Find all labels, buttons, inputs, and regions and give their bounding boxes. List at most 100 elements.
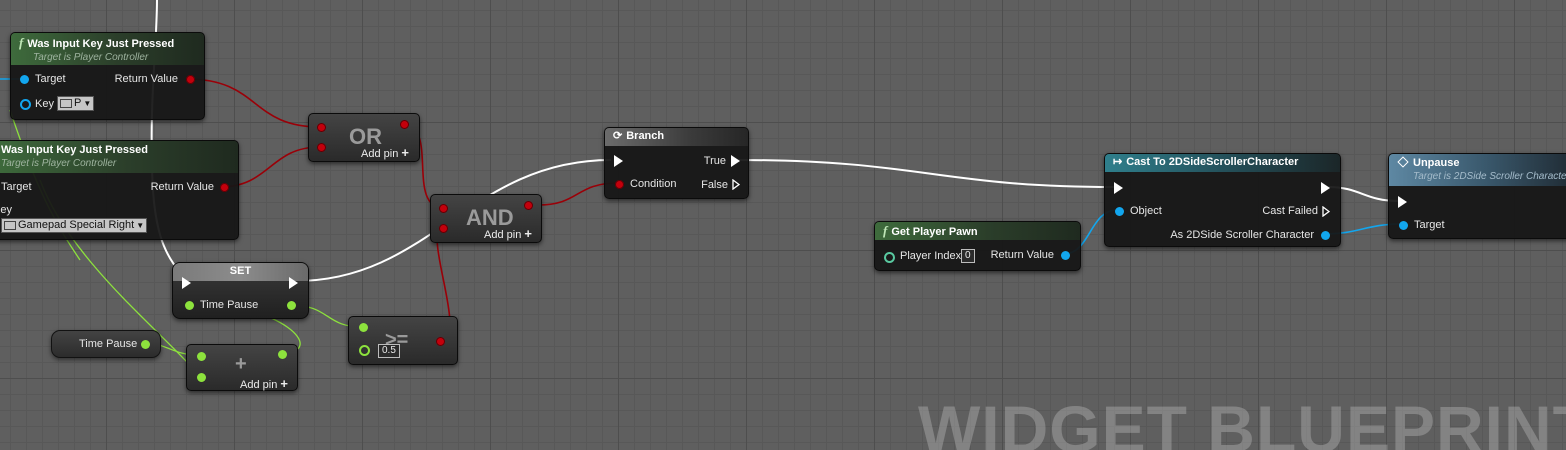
add-input-a-pin[interactable] [197,352,206,361]
target-pin[interactable] [1399,221,1408,230]
node-subtitle: Target is Player Controller [33,52,149,63]
return-value-pin[interactable] [1061,251,1070,260]
time-pause-out-pin[interactable] [287,301,296,310]
and-node[interactable]: AND Add pin + [430,194,542,243]
compare-input-b-pin[interactable] [359,345,370,356]
key-dropdown[interactable]: P ▼ [57,96,95,111]
add-float-node[interactable]: + Add pin + [186,344,298,391]
condition-label: Condition [630,178,677,190]
key-pin[interactable] [20,99,31,110]
exec-in-pin[interactable] [614,155,623,167]
set-variable-node[interactable]: SET Time Pause [172,262,309,319]
event-icon [1397,156,1409,168]
node-subtitle: Target is Player Controller [1,158,117,169]
add-label: + [235,353,247,375]
target-label: Target [35,73,66,85]
node-header: ↦ Cast To 2DSideScrollerCharacter [1105,154,1340,172]
exec-out-pin[interactable] [1321,182,1330,194]
true-label: True [703,155,726,167]
false-exec-pin[interactable] [732,179,740,190]
node-title: Was Input Key Just Pressed [1,144,148,156]
as-character-label: As 2DSide Scroller Character [1170,229,1314,241]
cast-failed-label: Cast Failed [1262,205,1318,217]
node-header: SET [173,263,308,281]
plus-icon: + [280,376,288,391]
object-pin[interactable] [1115,207,1124,216]
return-value-label: Return Value [114,73,178,85]
chevron-down-icon: ▼ [83,99,92,108]
player-index-input[interactable]: 0 [961,249,975,263]
time-pause-in-pin[interactable] [185,301,194,310]
false-label: False [701,179,728,191]
cast-failed-exec-pin[interactable] [1322,206,1330,217]
as-character-pin[interactable] [1321,231,1330,240]
or-input-b-pin[interactable] [317,143,326,152]
and-input-a-pin[interactable] [439,204,448,213]
compare-input-a-pin[interactable] [359,323,368,332]
gamepad-icon [4,220,16,230]
plus-icon: + [401,145,409,160]
cast-icon: ↦ [1113,156,1123,168]
unpause-node[interactable]: Unpause Target is 2DSide Scroller Charac… [1388,153,1566,239]
node-title: Cast To 2DSideScrollerCharacter [1126,156,1299,168]
chevron-down-icon: ▼ [136,221,145,230]
node-title: Get Player Pawn [891,226,978,238]
add-pin-button[interactable]: Add pin + [361,145,409,160]
add-input-b-pin[interactable] [197,373,206,382]
function-icon: f [883,223,888,238]
exec-wire-branch-cast [736,159,1115,188]
key-dropdown[interactable]: Gamepad Special Right ▼ [1,218,148,233]
target-pin[interactable] [20,75,29,84]
condition-pin[interactable] [615,180,624,189]
object-label: Object [1130,205,1162,217]
get-player-pawn-node[interactable]: f Get Player Pawn Player Index 0 Return V… [874,221,1081,271]
function-icon: f [19,35,24,50]
key-value: P [74,97,82,109]
return-value-pin[interactable] [220,183,229,192]
add-pin-button[interactable]: Add pin + [240,376,288,391]
cast-to-character-node[interactable]: ↦ Cast To 2DSideScrollerCharacter Object … [1104,153,1341,247]
return-value-pin[interactable] [186,75,195,84]
or-output-pin[interactable] [400,120,409,129]
compare-value-input[interactable]: 0.5 [378,344,400,358]
add-output-pin[interactable] [278,350,287,359]
and-input-b-pin[interactable] [439,224,448,233]
greater-equal-node[interactable]: >= 0.5 [348,316,458,365]
time-pause-variable-node[interactable]: Time Pause [51,330,161,358]
exec-in-pin[interactable] [182,277,191,289]
node-header: Was Input Key Just Pressed Target is Pla… [0,141,238,173]
player-index-pin[interactable] [884,252,895,263]
node-title: SET [229,265,252,277]
or-input-a-pin[interactable] [317,123,326,132]
was-input-key-just-pressed-node-2[interactable]: Was Input Key Just Pressed Target is Pla… [0,140,239,240]
bool-wire-input1-or [186,78,321,128]
key-label: Key [0,204,12,216]
was-input-key-just-pressed-node[interactable]: f Was Input Key Just Pressed Target is Pl… [10,32,205,120]
branch-node[interactable]: ⟳ Branch True Condition False [604,127,749,199]
and-output-pin[interactable] [524,201,533,210]
node-header: ⟳ Branch [605,128,748,146]
node-header: Unpause Target is 2DSide Scroller Charac… [1389,154,1566,186]
node-title: Branch [626,130,665,142]
time-pause-label: Time Pause [200,299,259,311]
node-title: Unpause [1413,157,1460,169]
return-value-label: Return Value [150,181,214,193]
exec-in-pin[interactable] [1398,196,1407,208]
key-label: Key [35,98,54,110]
compare-output-pin[interactable] [436,337,445,346]
node-title: Was Input Key Just Pressed [27,38,175,50]
exec-out-pin[interactable] [289,277,298,289]
player-index-label: Player Index [900,250,962,262]
time-pause-out-pin[interactable] [141,340,150,349]
key-value: Gamepad Special Right [18,219,135,231]
target-label: Target [1414,219,1445,231]
node-header: f Was Input Key Just Pressed Target is Pl… [11,33,204,65]
plus-icon: + [524,226,532,241]
time-pause-label: Time Pause [79,338,138,350]
exec-in-pin[interactable] [1114,182,1123,194]
add-pin-button[interactable]: Add pin + [484,226,532,241]
node-header: f Get Player Pawn [875,222,1080,240]
branch-icon: ⟳ [613,130,623,142]
true-exec-pin[interactable] [731,155,740,167]
or-node[interactable]: OR Add pin + [308,113,420,162]
